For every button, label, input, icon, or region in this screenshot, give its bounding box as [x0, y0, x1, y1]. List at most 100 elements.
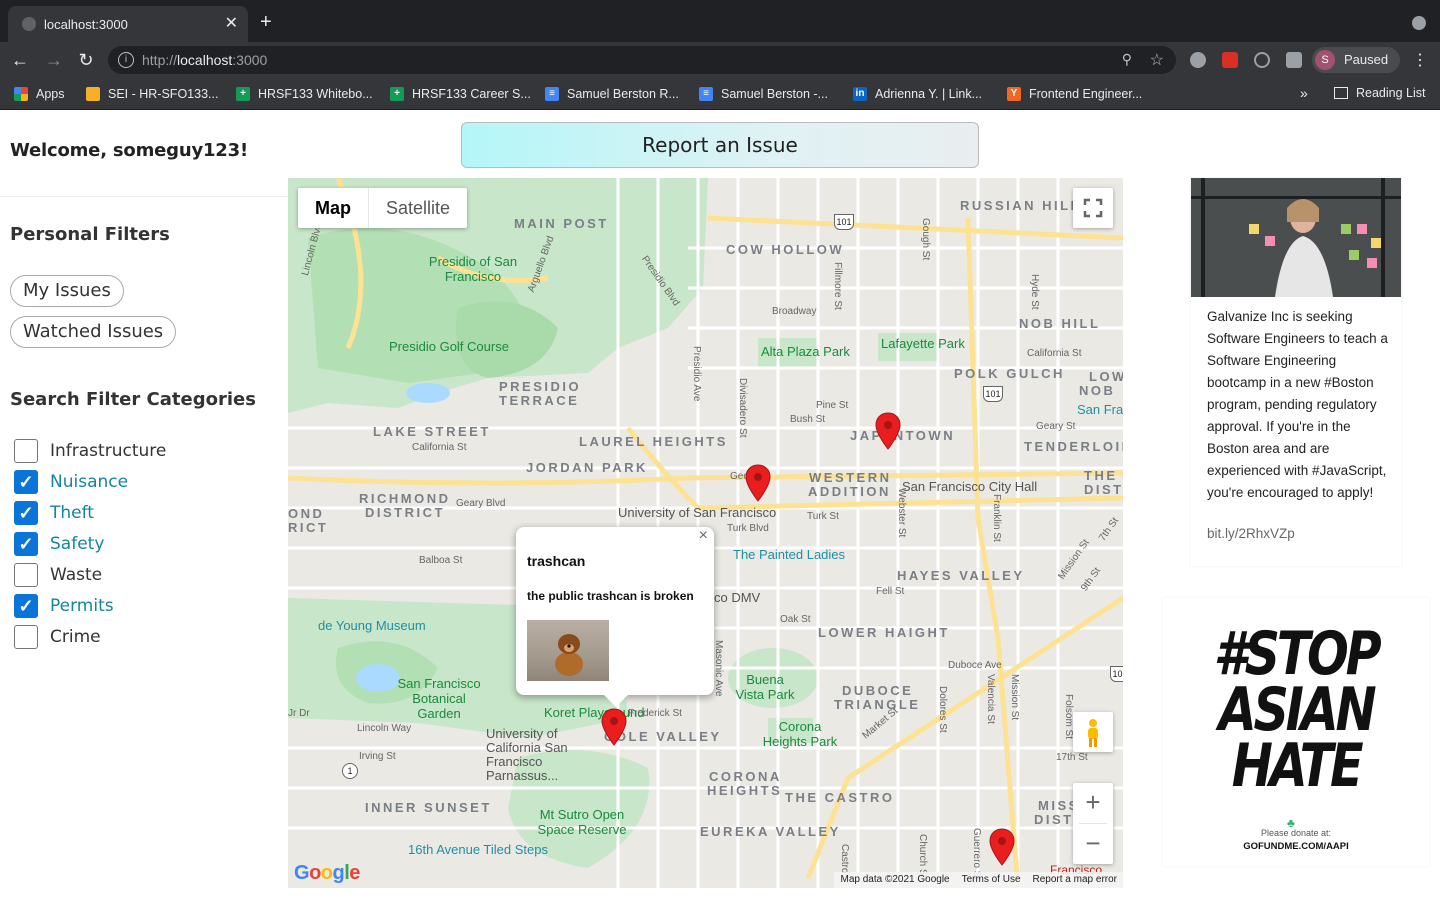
browser-tab[interactable]: localhost:3000 ✕	[8, 6, 248, 42]
map-street-label: Broadway	[772, 306, 817, 317]
map-label: MAIN POST	[514, 216, 609, 231]
donate-text: Please donate at:	[1260, 828, 1332, 838]
forward-button[interactable]: →	[42, 48, 66, 72]
zoom-out-button[interactable]: −	[1073, 824, 1113, 864]
back-button[interactable]: ←	[8, 48, 32, 72]
map-type-satellite-button[interactable]: Satellite	[369, 188, 467, 228]
map-label: HEIGHTS	[707, 783, 783, 798]
address-bar[interactable]: i http://localhost:3000 ⚲ ☆	[108, 46, 1176, 74]
tab-title: localhost:3000	[44, 17, 128, 32]
report-issue-button[interactable]: Report an Issue	[461, 122, 979, 168]
extension-target-icon[interactable]	[1254, 52, 1270, 68]
gofundme-link[interactable]: GOFUNDME.COM/AAPI	[1163, 841, 1429, 852]
map-park-label: Corona Heights Park	[762, 719, 838, 749]
map-label: COW HOLLOW	[726, 242, 845, 257]
pegman-icon	[1088, 719, 1098, 747]
extensions-puzzle-icon[interactable]	[1286, 52, 1302, 68]
bookmark-item[interactable]: + HRSF133 Career S...	[390, 86, 531, 102]
map-street-label: Dolores St	[937, 686, 948, 733]
map-park-label: Lafayette Park	[881, 336, 965, 351]
category-permits[interactable]: ✓ Permits	[14, 594, 114, 618]
issue-marker-pin-icon[interactable]	[989, 828, 1015, 866]
fullscreen-button[interactable]	[1073, 188, 1113, 228]
category-infrastructure[interactable]: Infrastructure	[14, 439, 166, 463]
checkbox[interactable]: ✓	[14, 532, 38, 556]
category-theft[interactable]: ✓ Theft	[14, 501, 94, 525]
street-view-pegman[interactable]	[1073, 712, 1113, 752]
map-type-control[interactable]: Map Satellite	[298, 188, 468, 228]
bookmark-item[interactable]: in Adrienna Y. | Link...	[853, 86, 982, 102]
tab-search-icon[interactable]	[1412, 16, 1426, 30]
profile-button[interactable]: S Paused	[1312, 47, 1400, 73]
bookmark-item[interactable]: ≡ Samuel Berston -...	[699, 86, 828, 102]
category-nuisance[interactable]: ✓ Nuisance	[14, 470, 128, 494]
url-text: http://localhost:3000	[142, 52, 268, 68]
bookmark-apps[interactable]: Apps	[14, 86, 65, 102]
checkbox[interactable]: ✓	[14, 594, 38, 618]
extension-gear-icon[interactable]	[1190, 52, 1206, 68]
bookmark-star-icon[interactable]: ☆	[1150, 50, 1164, 70]
map-label: LAUREL HEIGHTS	[579, 434, 728, 449]
new-tab-button[interactable]: +	[260, 12, 272, 32]
map-park-label: San Francisco Botanical Garden	[397, 676, 481, 721]
map-label: RICHMOND	[359, 491, 451, 506]
map[interactable]: MAIN POST COW HOLLOW RUSSIAN HILL NOB HI…	[288, 178, 1123, 888]
welcome-message: Welcome, someguy123!	[10, 140, 248, 161]
category-safety[interactable]: ✓ Safety	[14, 532, 104, 556]
map-street-label: Bush St	[790, 414, 826, 425]
terms-of-use-link[interactable]: Terms of Use	[962, 874, 1021, 886]
map-street-label: Pine St	[816, 400, 849, 411]
map-street-label: Franklin St	[991, 494, 1002, 542]
map-street-label: California St	[1027, 348, 1082, 359]
reload-button[interactable]: ↻	[74, 48, 98, 72]
map-street-label: Geary St	[1036, 421, 1076, 432]
bookmark-item[interactable]: SEI - HR-SFO133...	[86, 86, 218, 102]
zoom-in-button[interactable]: +	[1073, 783, 1113, 823]
map-label: TENDERLOIN	[1024, 439, 1123, 454]
galvanize-ad[interactable]: Galvanize Inc is seeking Software Engine…	[1191, 178, 1401, 566]
stop-asian-hate-ad[interactable]: #STOP ASIAN HATE ♣ Please donate at: GOF…	[1163, 598, 1429, 866]
dog-photo-icon	[555, 634, 583, 676]
location-icon[interactable]: ⚲	[1122, 51, 1132, 68]
category-crime[interactable]: Crime	[14, 625, 101, 649]
sheets-icon: +	[390, 87, 404, 101]
map-park-label: Presidio Golf Course	[389, 339, 509, 354]
bookmark-item[interactable]: ≡ Samuel Berston R...	[545, 86, 679, 102]
browser-tab-bar: localhost:3000 ✕ +	[0, 0, 1440, 42]
ad-link[interactable]: bit.ly/2RhxVZp	[1207, 526, 1295, 541]
report-map-error-link[interactable]: Report a map error	[1033, 874, 1117, 886]
bookmark-item[interactable]: + HRSF133 Whitebo...	[236, 86, 373, 102]
site-info-icon[interactable]: i	[118, 52, 134, 68]
browser-menu-icon[interactable]: ⋮	[1412, 50, 1428, 70]
my-issues-button[interactable]: My Issues	[10, 275, 124, 307]
map-label: TERRACE	[499, 393, 580, 408]
issue-marker-pin-icon[interactable]	[745, 464, 771, 502]
bookmarks-overflow-button[interactable]: »	[1300, 85, 1308, 101]
map-type-map-button[interactable]: Map	[298, 188, 369, 228]
map-label: DUBOCE	[842, 683, 914, 698]
map-label: RUSSIAN HILL	[960, 198, 1081, 213]
watched-issues-button[interactable]: Watched Issues	[10, 316, 177, 348]
checkbox[interactable]	[14, 439, 38, 463]
issue-marker-pin-icon[interactable]	[875, 412, 901, 450]
checkbox[interactable]: ✓	[14, 501, 38, 525]
map-label: DIST	[1084, 482, 1123, 497]
category-waste[interactable]: Waste	[14, 563, 102, 587]
checkbox[interactable]: ✓	[14, 470, 38, 494]
globe-icon	[22, 17, 36, 31]
issue-marker-pin-icon[interactable]	[601, 708, 627, 746]
extension-red-icon[interactable]	[1222, 52, 1238, 68]
issue-description: the public trashcan is broken	[527, 589, 694, 603]
route-shield: 1	[342, 763, 358, 779]
checkbox[interactable]	[14, 625, 38, 649]
ad-photo	[1191, 178, 1401, 297]
close-tab-icon[interactable]: ✕	[225, 13, 238, 33]
close-icon[interactable]: ×	[699, 527, 708, 545]
map-label: RICT	[288, 520, 329, 535]
map-street-label: Valencia St	[985, 674, 996, 724]
reading-list-button[interactable]: Reading List	[1334, 86, 1426, 100]
bookmark-item[interactable]: Y Frontend Engineer...	[1007, 86, 1142, 102]
map-street-label: Oak St	[780, 614, 811, 625]
map-label: NOB HILL	[1019, 316, 1101, 331]
checkbox[interactable]	[14, 563, 38, 587]
